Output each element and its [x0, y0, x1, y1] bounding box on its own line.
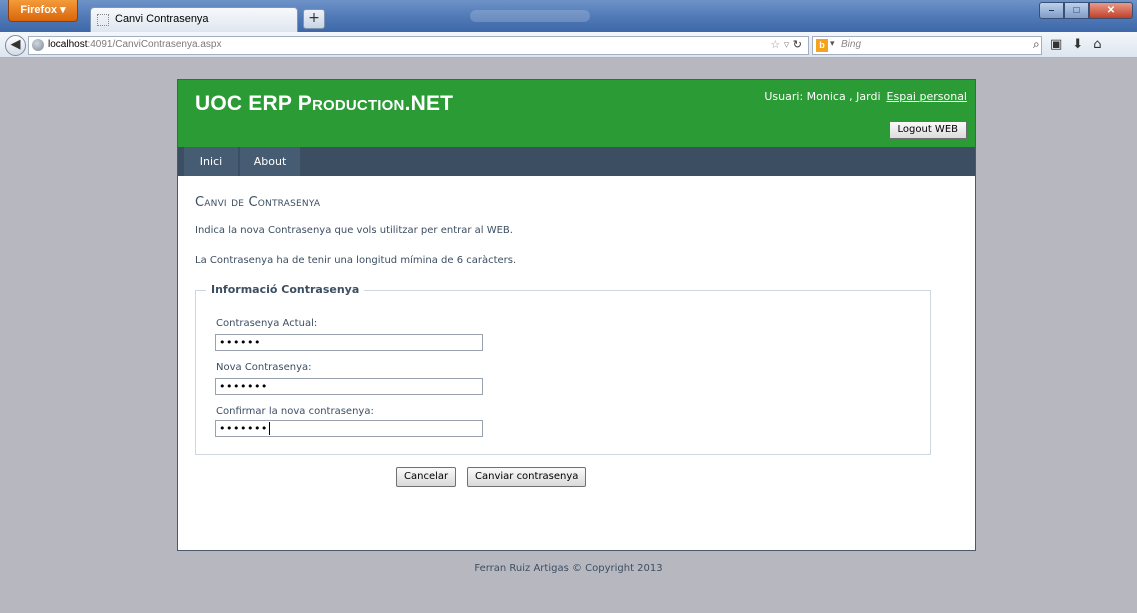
- current-password-label: Contrasenya Actual:: [216, 318, 318, 329]
- menu-item-inici[interactable]: Inici: [184, 147, 238, 176]
- confirm-password-value: •••••••: [219, 422, 268, 435]
- minimize-icon[interactable]: –: [1039, 2, 1064, 19]
- browser-title-bar: Firefox ▾ Canvi Contrasenya + – □ ✕: [0, 0, 1137, 32]
- cancel-button[interactable]: Cancelar: [396, 467, 457, 487]
- page-container: UOC ERP Production.NET Usuari: Monica , …: [177, 79, 976, 551]
- title-bar-decoration: [470, 10, 590, 22]
- page-icon: [97, 14, 109, 26]
- search-engine-dropdown-icon[interactable]: ▾: [830, 39, 835, 49]
- url-path: :4091/CanviContrasenya.aspx: [87, 39, 222, 50]
- user-label: Usuari: Monica , Jardi: [764, 90, 881, 103]
- search-bar[interactable]: b ▾ Bing: [812, 36, 1042, 55]
- back-arrow-icon[interactable]: ◀: [5, 35, 26, 56]
- firefox-menu-button[interactable]: Firefox ▾: [8, 0, 78, 22]
- reload-icon[interactable]: ↻: [793, 38, 802, 51]
- url-bar[interactable]: localhost:4091/CanviContrasenya.aspx ☆ ▿…: [28, 36, 809, 55]
- url-text: localhost:4091/CanviContrasenya.aspx: [48, 39, 221, 50]
- toolbar-icons: ▣⬇⌂: [1050, 37, 1111, 52]
- current-password-input[interactable]: ••••••: [215, 334, 483, 351]
- navigation-toolbar: ◀ localhost:4091/CanviContrasenya.aspx ☆…: [0, 32, 1137, 58]
- password-fieldset: Informació Contrasenya Contrasenya Actua…: [195, 283, 931, 455]
- maximize-icon[interactable]: □: [1064, 2, 1089, 19]
- site-header: UOC ERP Production.NET Usuari: Monica , …: [178, 80, 975, 147]
- download-icon[interactable]: ⬇: [1072, 37, 1093, 52]
- instruction-text: Indica la nova Contrasenya que vols util…: [195, 225, 513, 236]
- confirm-password-label: Confirmar la nova contrasenya:: [216, 406, 374, 417]
- url-tools: ☆ ▿ ↻: [770, 38, 802, 51]
- home-icon[interactable]: ⌂: [1093, 37, 1111, 52]
- window-controls: – □ ✕: [1039, 2, 1133, 20]
- new-password-input[interactable]: •••••••: [215, 378, 483, 395]
- length-note-text: La Contrasenya ha de tenir una longitud …: [195, 255, 517, 266]
- tab-title: Canvi Contrasenya: [115, 13, 209, 25]
- close-icon[interactable]: ✕: [1089, 2, 1133, 19]
- footer-copyright: Ferran Ruiz Artigas © Copyright 2013: [474, 563, 663, 574]
- new-tab-button[interactable]: +: [303, 9, 325, 29]
- bookmarks-icon[interactable]: ▣: [1050, 37, 1072, 52]
- url-host: localhost: [48, 39, 88, 50]
- fieldset-legend: Informació Contrasenya: [206, 283, 365, 296]
- main-menu: Inici About: [178, 147, 975, 176]
- text-caret: [268, 422, 270, 435]
- change-password-button[interactable]: Canviar contrasenya: [467, 467, 587, 487]
- logout-button[interactable]: Logout WEB: [888, 121, 967, 139]
- menu-item-about[interactable]: About: [240, 147, 300, 176]
- dropdown-icon[interactable]: ▿: [784, 38, 790, 51]
- globe-icon: [32, 39, 44, 51]
- bookmark-star-icon[interactable]: ☆: [770, 38, 780, 51]
- firefox-menu-label: Firefox: [20, 4, 58, 16]
- login-display: Usuari: Monica , Jardi Espai personal: [764, 90, 967, 103]
- personal-space-link[interactable]: Espai personal: [887, 90, 967, 103]
- new-password-label: Nova Contrasenya:: [216, 362, 312, 373]
- browser-tab[interactable]: Canvi Contrasenya: [90, 7, 298, 32]
- confirm-password-input[interactable]: •••••••: [215, 420, 483, 437]
- bing-logo-icon[interactable]: b: [816, 39, 828, 52]
- page-title: Canvi de Contrasenya: [195, 195, 321, 210]
- site-title: UOC ERP Production.NET: [195, 92, 454, 115]
- search-placeholder: Bing: [841, 39, 862, 50]
